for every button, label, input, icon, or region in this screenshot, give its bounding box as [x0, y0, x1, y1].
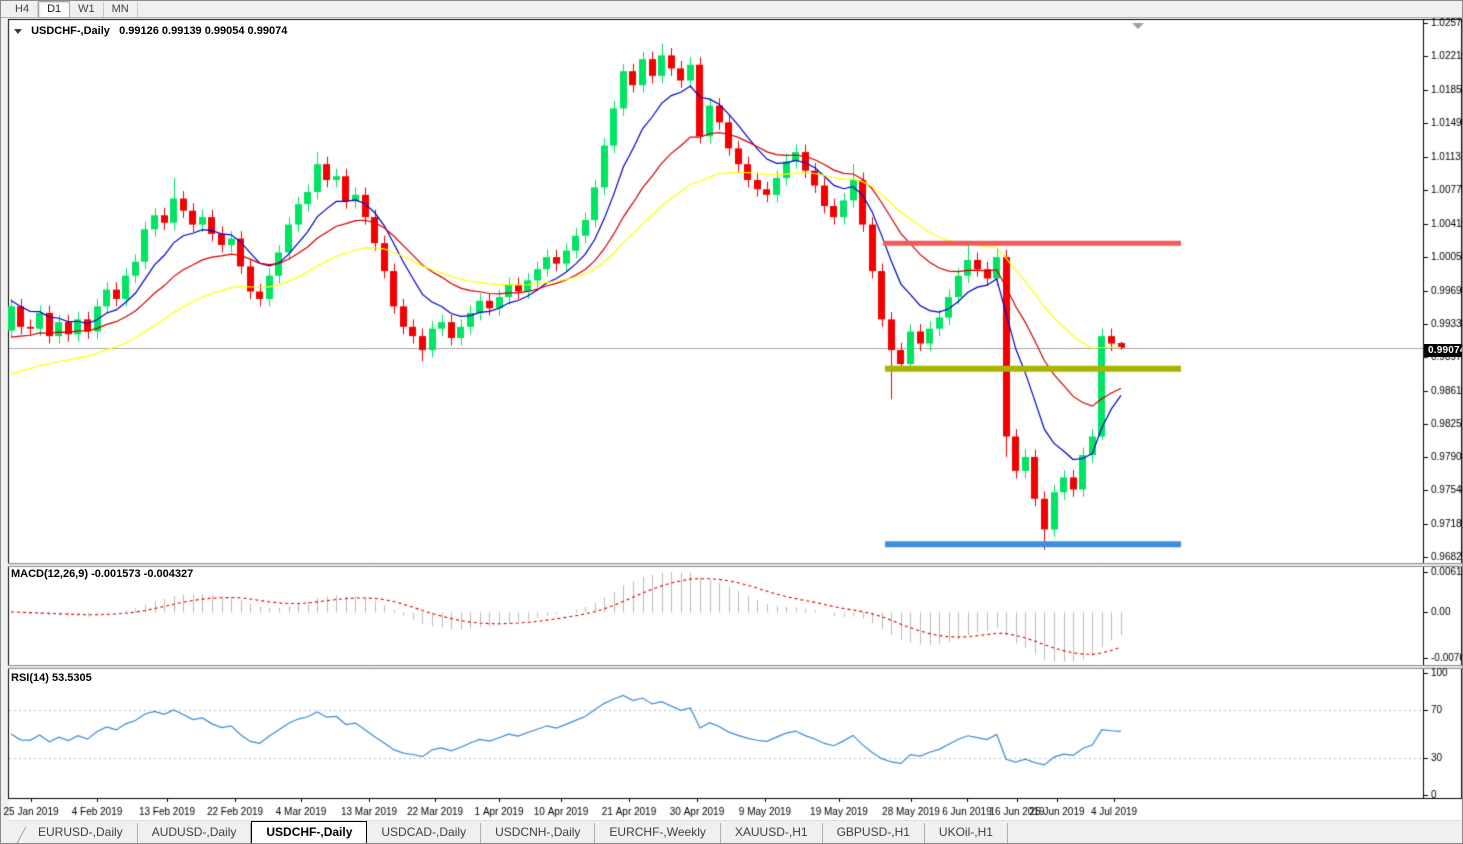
- chart-tab-audusd-daily[interactable]: AUDUSD-,Daily: [138, 823, 252, 843]
- chart-tab-usdchf-daily[interactable]: USDCHF-,Daily: [251, 821, 368, 843]
- chart-tab-ukoil-h1[interactable]: UKOil-,H1: [925, 823, 1008, 843]
- chart-tab-gbpusd-h1[interactable]: GBPUSD-,H1: [823, 823, 925, 843]
- chart-tab-eurchf-weekly[interactable]: EURCHF-,Weekly: [595, 823, 721, 843]
- chart-tab-xauusd-h1[interactable]: XAUUSD-,H1: [721, 823, 823, 843]
- price-chart-canvas[interactable]: [1, 1, 1462, 843]
- timeframe-toolbar: H4 D1 W1 MN: [1, 1, 1462, 18]
- macd-indicator-label: MACD(12,26,9) -0.001573 -0.004327: [11, 568, 194, 580]
- chart-title: USDCHF-,Daily 0.99126 0.99139 0.99054 0.…: [14, 25, 287, 37]
- chart-tab-eurusd-daily[interactable]: EURUSD-,Daily: [24, 823, 138, 843]
- chart-tab-usdcnh-daily[interactable]: USDCNH-,Daily: [481, 823, 596, 843]
- chart-title-symbol: USDCHF-,Daily: [31, 25, 110, 37]
- chart-tab-usdcad-daily[interactable]: USDCAD-,Daily: [367, 823, 482, 843]
- rsi-indicator-label: RSI(14) 53.5305: [11, 672, 92, 684]
- current-price-tag: 0.99074: [1424, 344, 1462, 357]
- mt4-chart-window: H4 D1 W1 MN USDCHF-,Daily 0.99126 0.99139 0…: [0, 0, 1463, 844]
- timeframe-button-d1[interactable]: D1: [38, 1, 71, 18]
- symbol-dropdown-icon[interactable]: [14, 29, 22, 34]
- timeframe-button-mn[interactable]: MN: [104, 1, 138, 17]
- chart-tab-bar: EURUSD-,Daily AUDUSD-,Daily USDCHF-,Daily U…: [1, 821, 1462, 843]
- timeframe-button-h4[interactable]: H4: [7, 1, 39, 17]
- chart-title-ohlc: 0.99126 0.99139 0.99054 0.99074: [119, 25, 288, 37]
- timeframe-button-w1[interactable]: W1: [70, 1, 104, 17]
